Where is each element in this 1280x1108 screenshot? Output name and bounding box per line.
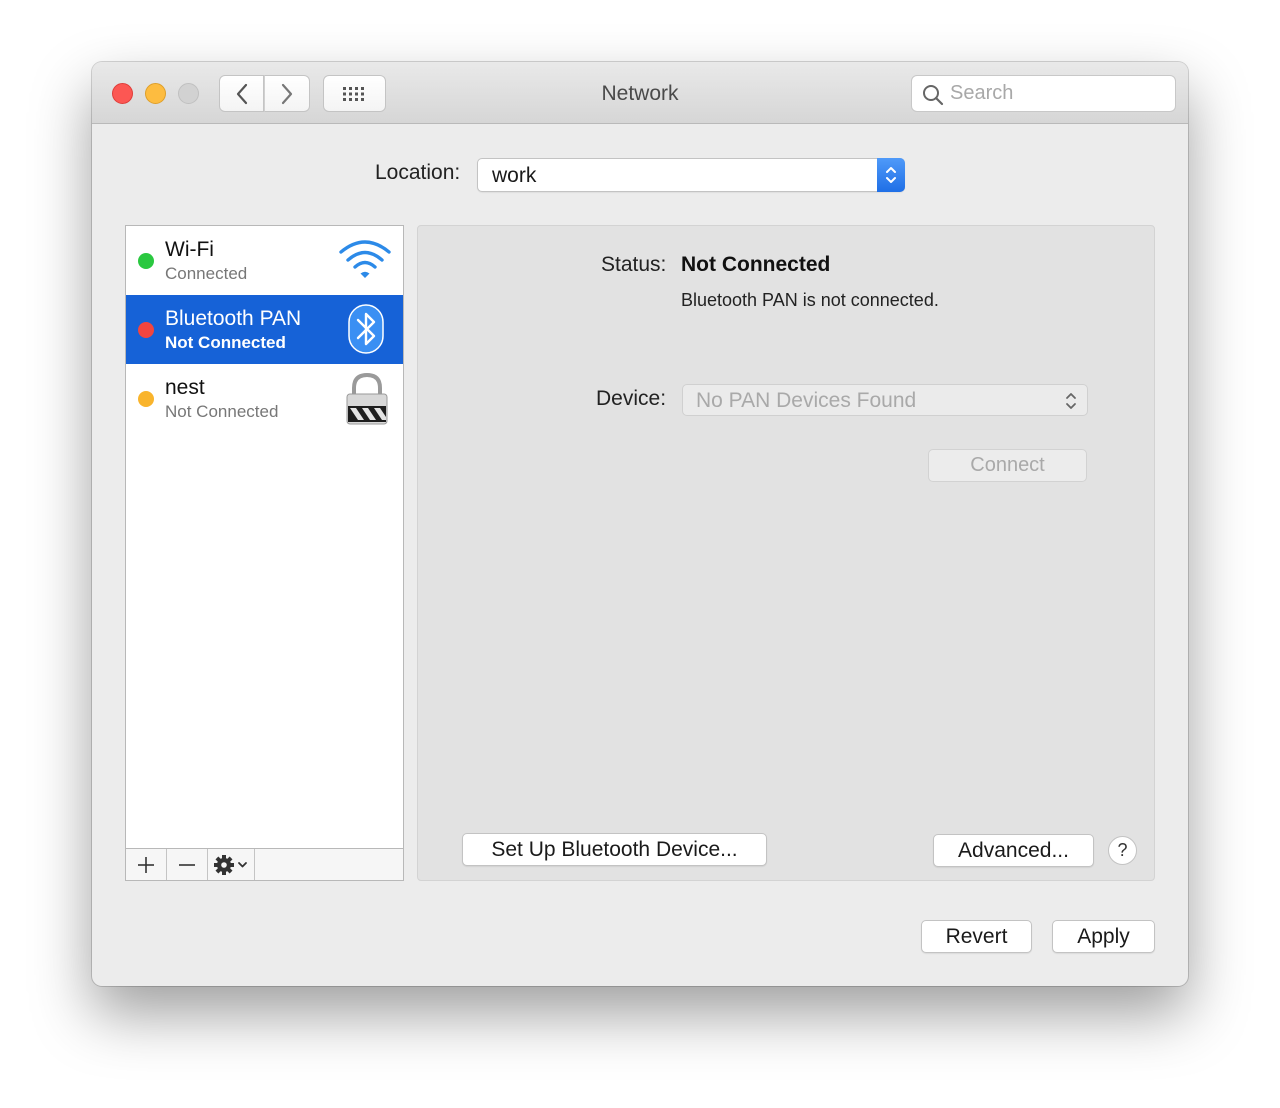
wifi-icon [339, 240, 391, 278]
help-button[interactable]: ? [1108, 836, 1137, 865]
apply-button[interactable]: Apply [1052, 920, 1155, 953]
location-value: work [492, 164, 537, 187]
service-action-menu-button[interactable] [208, 849, 255, 880]
device-select[interactable]: No PAN Devices Found [682, 384, 1088, 416]
service-status: Not Connected [165, 402, 279, 421]
location-dropdown-arrow[interactable] [877, 158, 905, 192]
service-name: Wi-Fi [165, 238, 214, 261]
status-value: Not Connected [681, 253, 831, 276]
location-select[interactable]: work [477, 158, 905, 192]
service-list-toolbar [125, 848, 404, 881]
status-description: Bluetooth PAN is not connected. [681, 290, 939, 310]
advanced-button[interactable]: Advanced... [933, 834, 1094, 867]
chevron-up-down-icon [886, 167, 896, 183]
set-up-bluetooth-device-button[interactable]: Set Up Bluetooth Device... [462, 833, 767, 866]
bluetooth-icon [348, 304, 384, 354]
service-list: Wi-Fi Connected Bluetooth PAN Not Connec… [125, 225, 404, 881]
device-select-value: No PAN Devices Found [696, 389, 917, 412]
connect-button[interactable]: Connect [928, 449, 1087, 482]
revert-button[interactable]: Revert [921, 920, 1032, 953]
device-label: Device: [596, 387, 667, 410]
service-status: Not Connected [165, 333, 286, 352]
status-dot [138, 253, 154, 269]
service-name: Bluetooth PAN [165, 307, 302, 330]
network-preferences-window: Network Location: work Wi-Fi Connected [92, 62, 1188, 986]
add-service-button[interactable] [126, 849, 167, 880]
title-bar: Network [92, 62, 1188, 124]
minus-icon [179, 863, 195, 866]
status-dot [138, 391, 154, 407]
gear-icon [214, 854, 247, 875]
vpn-lock-icon [346, 372, 388, 425]
chevron-up-down-icon [1066, 393, 1076, 409]
service-status: Connected [165, 264, 248, 283]
service-detail-panel: Status: Not Connected Bluetooth PAN is n… [417, 225, 1155, 881]
status-label: Status: [601, 253, 667, 276]
status-dot [138, 322, 154, 338]
remove-service-button[interactable] [167, 849, 208, 880]
search-field[interactable] [911, 75, 1176, 112]
search-icon [923, 85, 944, 106]
plus-icon [138, 856, 154, 873]
service-item-wifi[interactable]: Wi-Fi Connected [126, 226, 403, 295]
service-name: nest [165, 376, 205, 399]
service-item-nest[interactable]: nest Not Connected [126, 364, 403, 433]
search-input[interactable] [950, 76, 1170, 111]
service-item-bluetooth-pan[interactable]: Bluetooth PAN Not Connected [126, 295, 403, 364]
location-label: Location: [375, 161, 461, 184]
